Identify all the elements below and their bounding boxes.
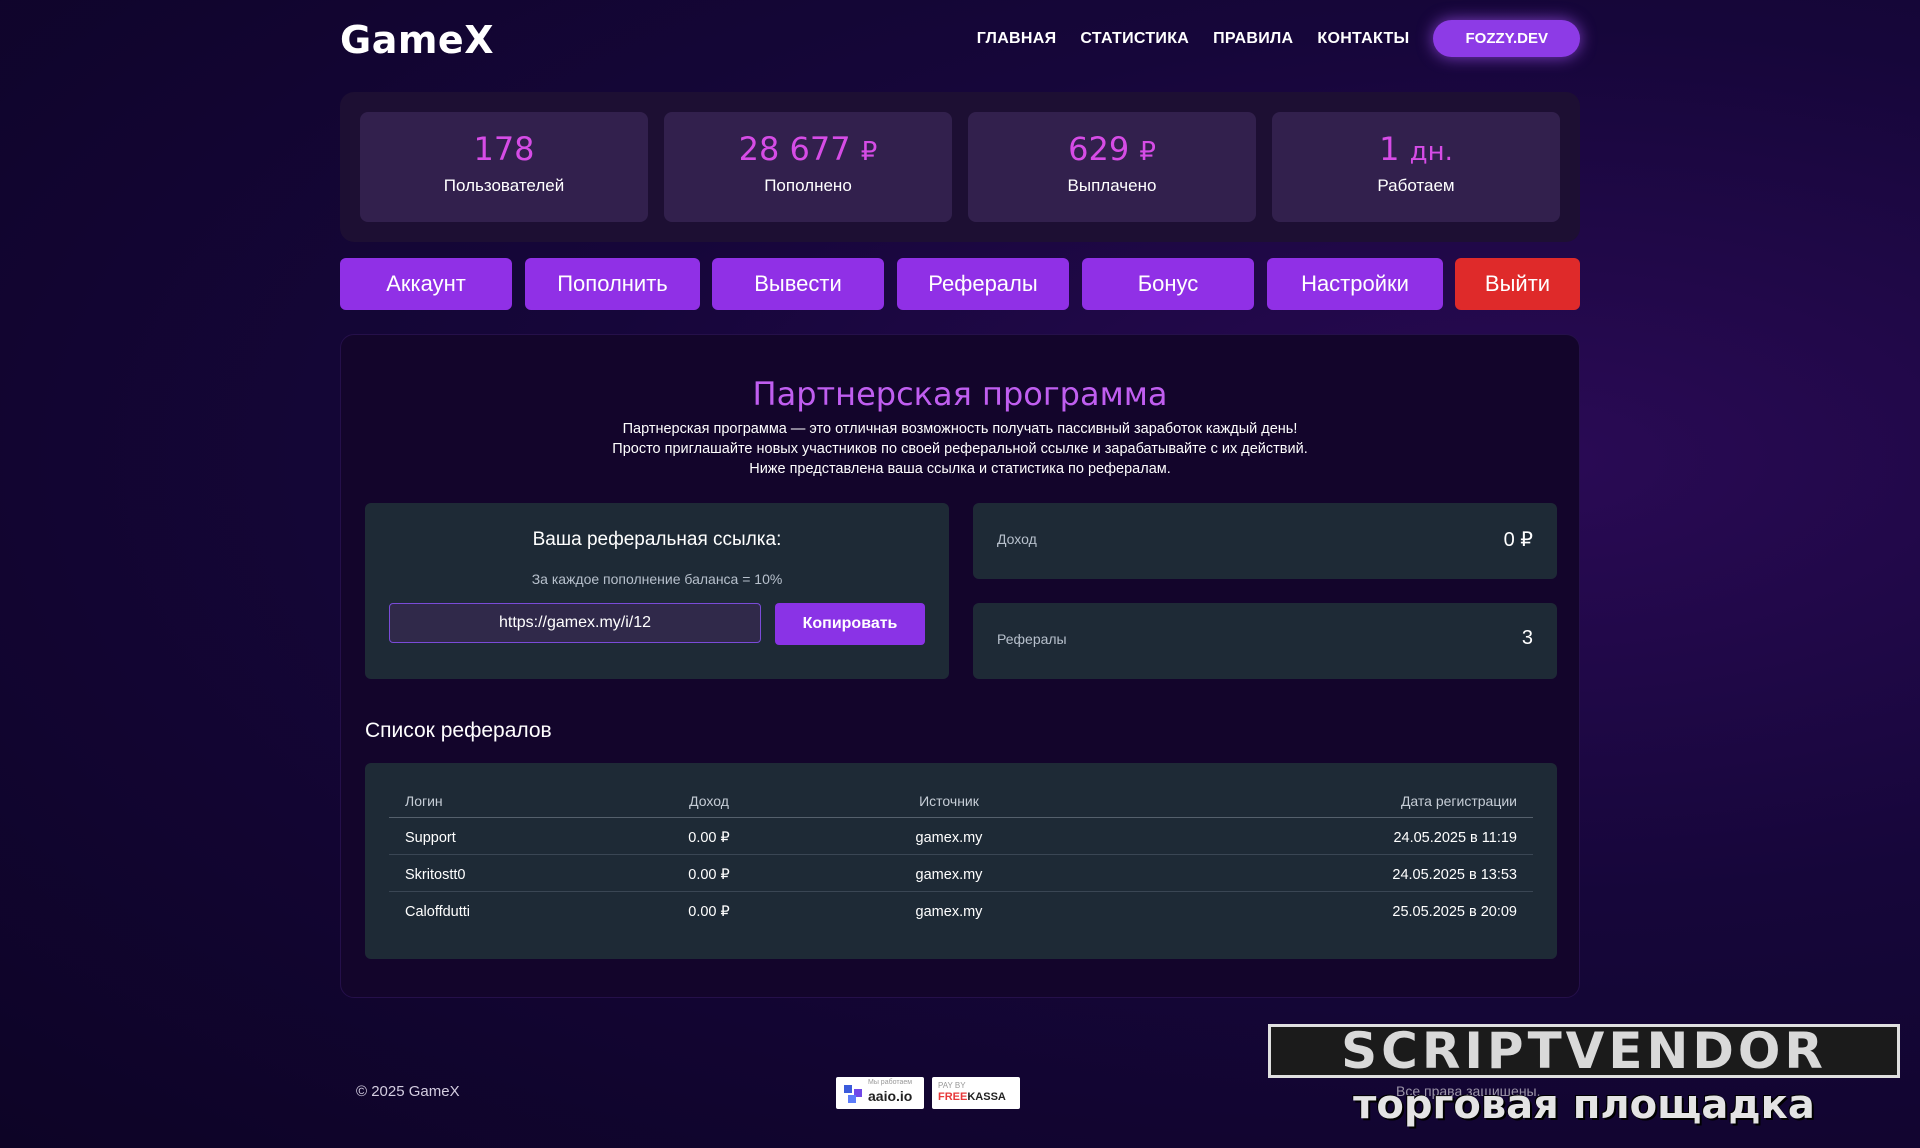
freekassa-payment-badge[interactable]: PAY BY FREEKASSA	[932, 1077, 1020, 1109]
footer-copyright: © 2025 GameX	[356, 1083, 460, 1100]
referral-panel: Партнерская программа Партнерская програ…	[340, 334, 1580, 998]
account-tabs: Аккаунт Пополнить Вывести Рефералы Бонус…	[340, 258, 1580, 310]
cell-income: 0.00 ₽	[688, 904, 730, 920]
tab-referrals[interactable]: Рефералы	[897, 258, 1069, 310]
referral-link-input[interactable]	[389, 603, 761, 643]
description-line: Партнерская программа — это отличная воз…	[622, 421, 1298, 437]
income-value: 0 ₽	[1503, 529, 1533, 551]
stat-label: Пользователей	[443, 176, 565, 195]
cell-source: gamex.my	[915, 904, 983, 920]
cell-login: Caloffdutti	[405, 904, 471, 920]
stat-value: 1 дн.	[1379, 130, 1453, 168]
nav-link-rules[interactable]: ПРАВИЛА	[1213, 30, 1293, 48]
referral-link-title: Ваша реферальная ссылка:	[532, 529, 782, 550]
cell-registration-date: 24.05.2025 в 11:19	[1393, 830, 1517, 846]
top-nav: ГЛАВНАЯ СТАТИСТИКА ПРАВИЛА КОНТАКТЫ FOZZ…	[977, 20, 1580, 57]
stat-value: 629 ₽	[1068, 130, 1156, 168]
nav-link-home[interactable]: ГЛАВНАЯ	[977, 30, 1057, 48]
watermark-subtitle: торговая площадка	[1353, 1082, 1815, 1128]
column-header-registration-date: Дата регистрации	[1400, 793, 1517, 809]
page-description: Партнерская программа — это отличная воз…	[341, 419, 1579, 479]
watermark-title: SCRIPTVENDOR	[1268, 1022, 1900, 1080]
referral-table: Логин Доход Источник Дата регистрации Su…	[365, 763, 1557, 959]
referral-list-title: Список рефералов	[365, 719, 552, 742]
nav-link-contacts[interactable]: КОНТАКТЫ	[1317, 30, 1409, 48]
description-line: Ниже представлена ваша ссылка и статисти…	[749, 461, 1171, 477]
cell-login: Support	[405, 830, 456, 846]
stat-deposited: 28 677 ₽ Пополнено	[664, 112, 952, 222]
table-row: Caloffdutti 0.00 ₽ gamex.my 25.05.2025 в…	[389, 892, 1533, 928]
cell-source: gamex.my	[915, 867, 983, 883]
tab-settings[interactable]: Настройки	[1267, 258, 1443, 310]
stats-panel: 178 Пользователей 28 677 ₽ Пополнено 629…	[340, 92, 1580, 242]
aaio-caption: Мы работаем	[868, 1079, 913, 1086]
freekassa-caption: PAY BY	[938, 1081, 966, 1090]
stat-users: 178 Пользователей	[360, 112, 648, 222]
table-row: Skritostt0 0.00 ₽ gamex.my 24.05.2025 в …	[389, 855, 1533, 892]
cell-income: 0.00 ₽	[688, 830, 730, 846]
table-row: Support 0.00 ₽ gamex.my 24.05.2025 в 11:…	[389, 818, 1533, 855]
aaio-payment-badge[interactable]: Мы работаем aaio.io	[836, 1077, 924, 1109]
referrals-count-card: Рефералы 3	[973, 603, 1557, 679]
description-line: Просто приглашайте новых участников по с…	[612, 441, 1308, 457]
stat-label: Работаем	[1377, 176, 1455, 195]
referrals-count-value: 3	[1521, 627, 1533, 649]
stat-label: Пополнено	[764, 176, 852, 195]
stat-uptime: 1 дн. Работаем	[1272, 112, 1560, 222]
aaio-logo-icon	[844, 1085, 864, 1108]
column-header-source: Источник	[919, 793, 979, 809]
stat-value: 178	[473, 130, 535, 168]
stat-value: 28 677 ₽	[738, 130, 878, 168]
cell-income: 0.00 ₽	[688, 867, 730, 883]
column-header-income: Доход	[689, 793, 729, 809]
tab-withdraw[interactable]: Вывести	[712, 258, 884, 310]
copy-link-button[interactable]: Копировать	[775, 603, 925, 645]
cell-registration-date: 25.05.2025 в 20:09	[1392, 904, 1517, 920]
column-header-login: Логин	[405, 793, 443, 809]
cell-source: gamex.my	[915, 830, 983, 846]
aaio-label: aaio.io	[868, 1088, 913, 1104]
tab-bonus[interactable]: Бонус	[1082, 258, 1254, 310]
income-card: Доход 0 ₽	[973, 503, 1557, 579]
cell-login: Skritostt0	[405, 867, 466, 883]
tab-deposit[interactable]: Пополнить	[525, 258, 700, 310]
stat-label: Выплачено	[1067, 176, 1157, 195]
referral-commission-note: За каждое пополнение баланса = 10%	[531, 571, 783, 587]
logo[interactable]: GameX	[340, 18, 494, 62]
referral-link-card: Ваша реферальная ссылка: За каждое попол…	[365, 503, 949, 679]
stat-paid-out: 629 ₽ Выплачено	[968, 112, 1256, 222]
user-profile-button[interactable]: FOZZY.DEV	[1433, 20, 1580, 57]
income-label: Доход	[997, 531, 1037, 547]
table-header: Логин Доход Источник Дата регистрации	[389, 781, 1533, 818]
referrals-count-label: Рефералы	[997, 631, 1067, 647]
nav-link-statistics[interactable]: СТАТИСТИКА	[1080, 30, 1189, 48]
cell-registration-date: 24.05.2025 в 13:53	[1392, 867, 1517, 883]
scriptvendor-watermark: SCRIPTVENDOR торговая площадка	[1268, 1022, 1900, 1134]
freekassa-logo: FREEKASSA	[938, 1091, 1006, 1103]
page-title: Партнерская программа	[752, 375, 1168, 413]
logout-button[interactable]: Выйти	[1455, 258, 1580, 310]
header: GameX ГЛАВНАЯ СТАТИСТИКА ПРАВИЛА КОНТАКТ…	[340, 18, 1580, 78]
tab-account[interactable]: Аккаунт	[340, 258, 512, 310]
